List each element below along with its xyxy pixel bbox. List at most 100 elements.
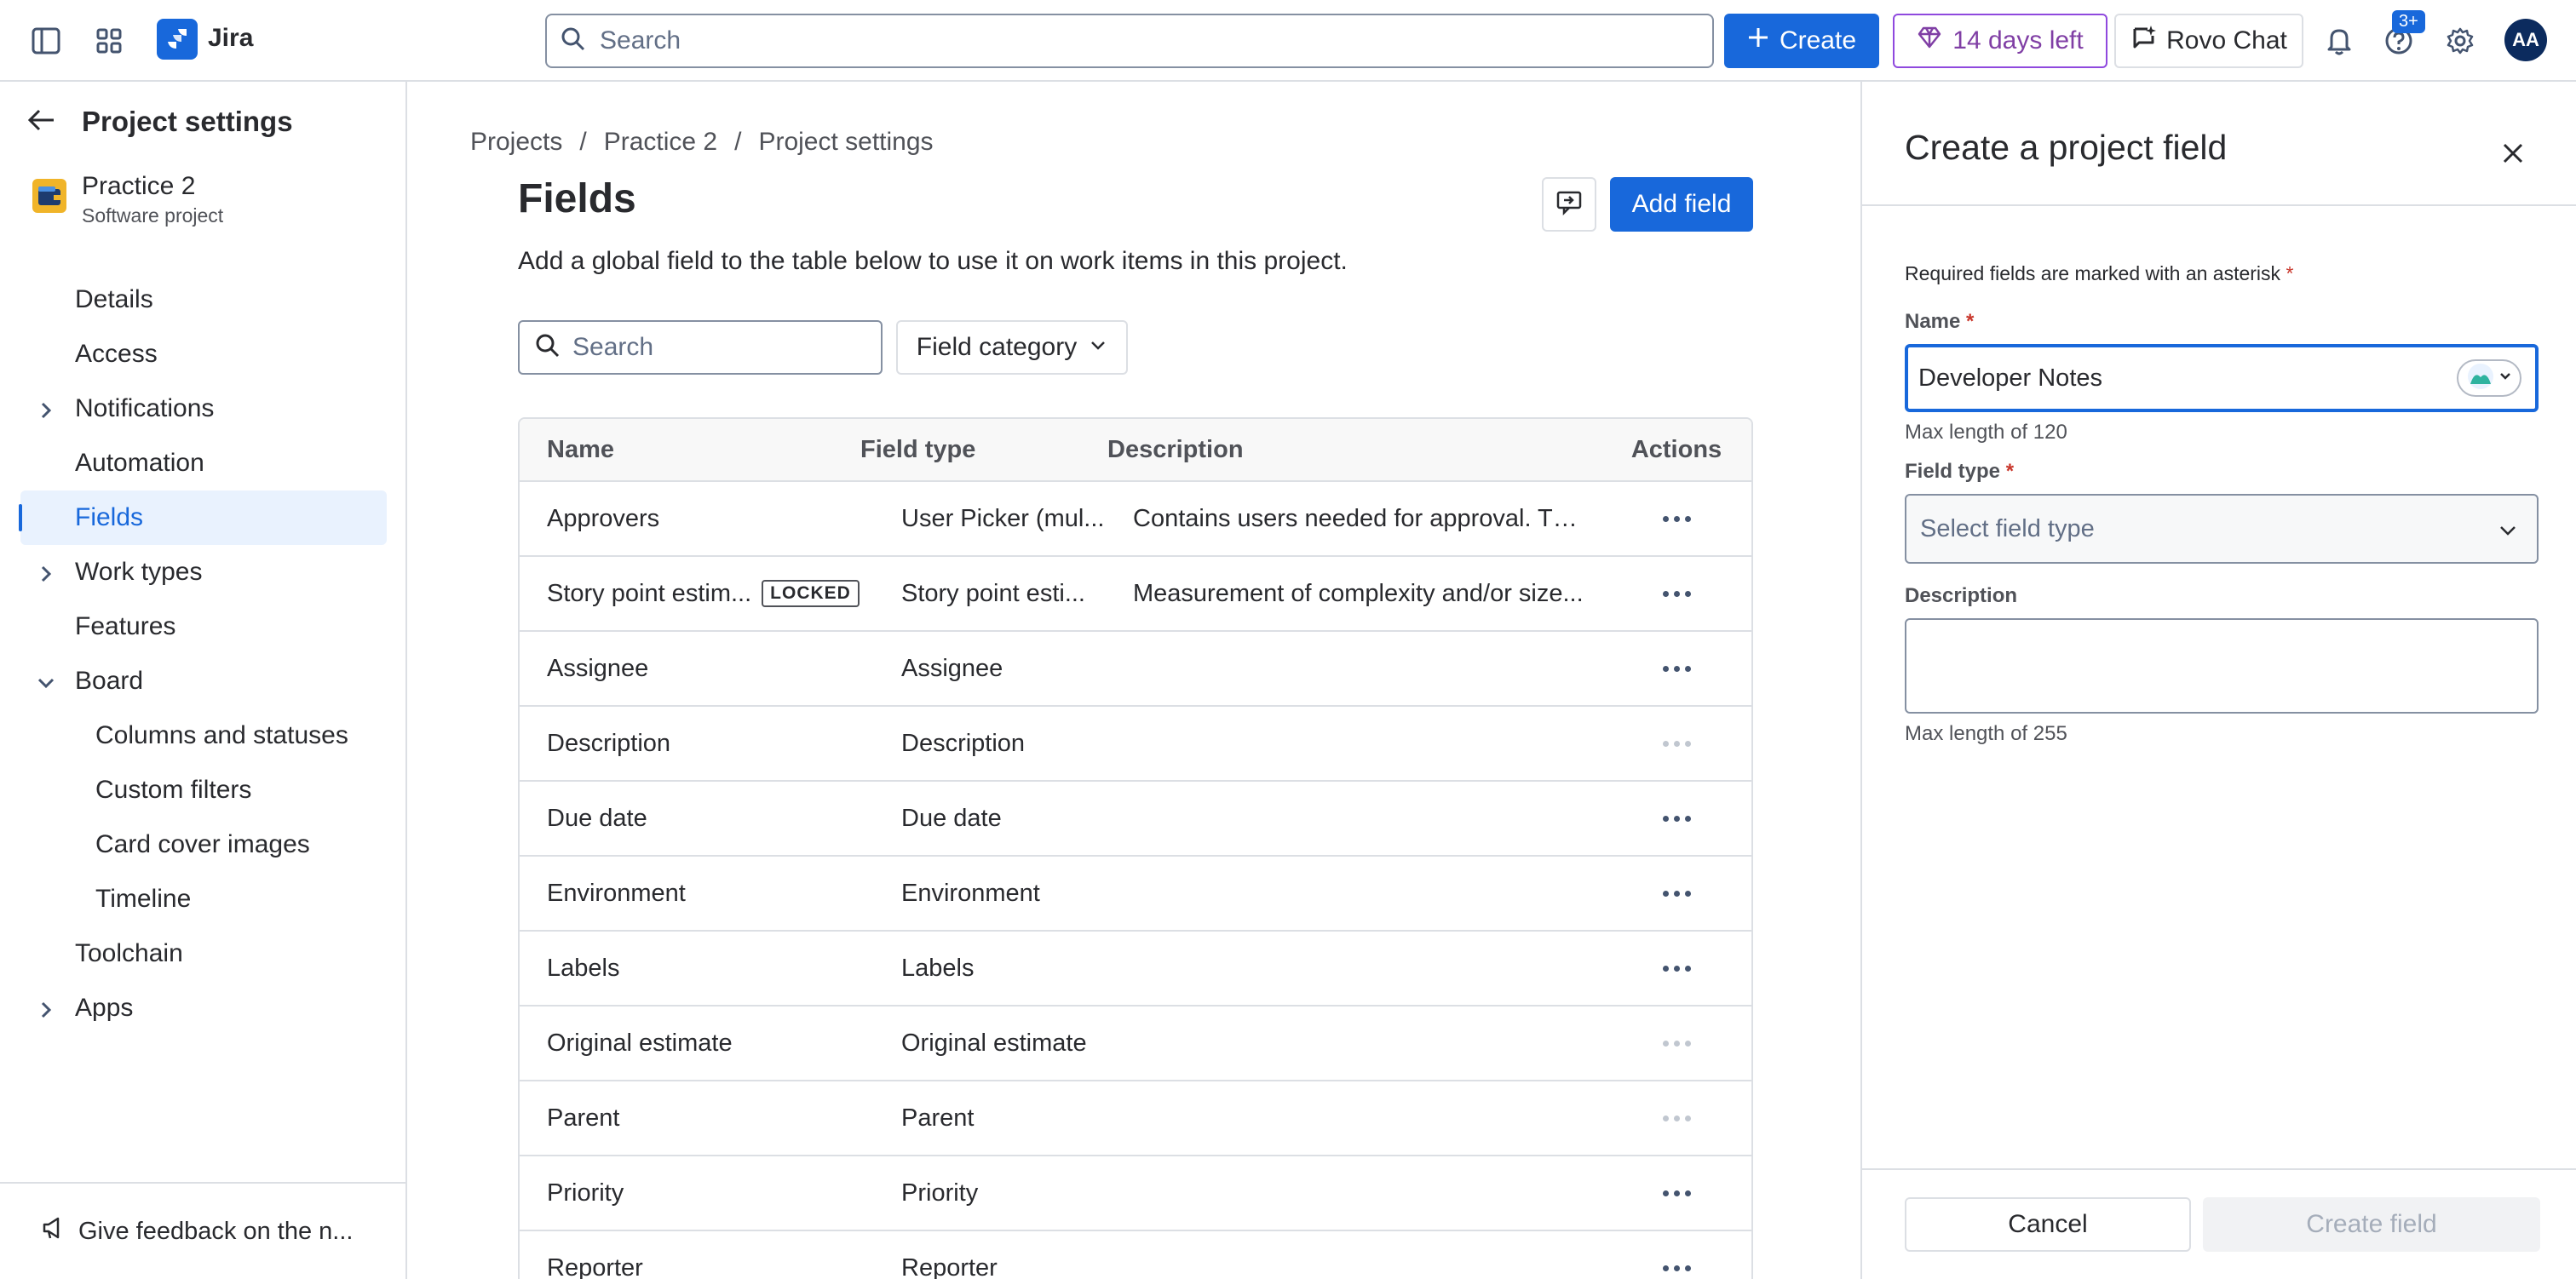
required-note-text: Required fields are marked with an aster… — [1905, 262, 2281, 284]
sidebar-item-timeline[interactable]: Timeline — [20, 872, 387, 926]
field-name-text: Labels — [547, 954, 620, 982]
field-type: Environment — [901, 879, 1040, 907]
field-type: Story point esti... — [901, 579, 1085, 607]
global-search-input[interactable] — [600, 26, 1622, 55]
field-name-text: Approvers — [547, 504, 660, 532]
field-name-text: Parent — [547, 1104, 620, 1132]
field-category-dropdown[interactable]: Field category — [896, 320, 1128, 375]
give-feedback-button[interactable]: Give feedback on the n... — [0, 1182, 405, 1279]
field-name: Environment — [520, 880, 860, 908]
sidebar-item-label: Automation — [75, 449, 204, 477]
feedback-button[interactable] — [1542, 177, 1596, 232]
breadcrumb-project[interactable]: Practice 2 — [604, 128, 717, 157]
column-header-name[interactable]: Name — [520, 436, 860, 464]
trial-button[interactable]: 14 days left — [1893, 14, 2107, 68]
more-actions-icon[interactable] — [1662, 590, 1691, 597]
app-switcher-icon[interactable] — [92, 24, 126, 58]
create-button[interactable]: Create — [1724, 14, 1879, 68]
app-name[interactable]: Jira — [208, 24, 253, 53]
sidebar-item-label: Custom filters — [95, 776, 252, 804]
back-arrow-icon[interactable] — [27, 107, 56, 137]
field-icon — [2466, 362, 2495, 395]
field-description: Contains users needed for approval. Th..… — [1133, 504, 1588, 532]
field-type-label: Field type * — [1905, 460, 2014, 484]
notifications-bell-icon[interactable] — [2320, 22, 2358, 60]
chevron-right-icon[interactable] — [36, 998, 56, 1018]
project-header[interactable]: Practice 2 Software project — [32, 172, 223, 227]
user-avatar[interactable]: AA — [2504, 19, 2547, 61]
project-type: Software project — [82, 204, 224, 227]
sidebar-toggle-icon[interactable] — [29, 24, 63, 58]
breadcrumb-separator: / — [579, 128, 587, 156]
table-row: Priority Priority — [520, 1156, 1751, 1231]
sidebar-item-apps[interactable]: Apps — [20, 981, 387, 1035]
field-type: Due date — [901, 804, 1002, 832]
more-actions-icon[interactable] — [1662, 1265, 1691, 1271]
name-field[interactable] — [1905, 344, 2539, 412]
settings-gear-icon[interactable] — [2441, 22, 2479, 60]
sidebar-item-label: Apps — [75, 994, 134, 1022]
sidebar-item-label: Card cover images — [95, 830, 310, 858]
field-type: Labels — [901, 954, 975, 982]
chevron-down-icon — [2498, 519, 2518, 548]
add-field-button[interactable]: Add field — [1610, 177, 1753, 232]
emoji-picker-button[interactable] — [2457, 359, 2521, 397]
name-hint: Max length of 120 — [1905, 421, 2067, 444]
sidebar-item-custom-filters[interactable]: Custom filters — [20, 763, 387, 817]
sidebar-item-fields[interactable]: Fields — [19, 490, 387, 545]
project-name: Practice 2 — [82, 172, 196, 200]
chevron-down-icon — [2498, 370, 2512, 387]
description-textarea[interactable] — [1905, 618, 2539, 714]
more-actions-icon[interactable] — [1662, 515, 1691, 522]
sidebar-item-label: Work types — [75, 558, 203, 586]
breadcrumb-project-settings[interactable]: Project settings — [758, 128, 933, 157]
more-actions-icon[interactable] — [1662, 965, 1691, 972]
column-header-description[interactable]: Description — [1107, 436, 1601, 464]
breadcrumb-projects[interactable]: Projects — [470, 128, 562, 157]
sidebar-item-automation[interactable]: Automation — [20, 436, 387, 490]
description-label: Description — [1905, 584, 2018, 607]
name-input[interactable] — [1918, 364, 2429, 393]
table-row: Story point estim... LOCKED Story point e… — [520, 557, 1751, 632]
feedback-icon — [1555, 190, 1583, 220]
more-actions-icon[interactable] — [1662, 815, 1691, 822]
column-header-field-type[interactable]: Field type — [860, 436, 1107, 464]
chevron-right-icon[interactable] — [36, 399, 56, 419]
more-actions-icon[interactable] — [1662, 665, 1691, 672]
global-search[interactable] — [545, 14, 1714, 68]
panel-divider — [1862, 204, 2576, 206]
sidebar-item-features[interactable]: Features — [20, 599, 387, 654]
field-name: Original estimate — [520, 1030, 860, 1058]
rovo-chat-button[interactable]: Rovo Chat — [2114, 14, 2303, 68]
back-row: Project settings — [27, 106, 293, 138]
create-field-button[interactable]: Create field — [2203, 1197, 2540, 1252]
more-actions-icon[interactable] — [1662, 1190, 1691, 1196]
page-description: Add a global field to the table below to… — [518, 247, 1348, 275]
sidebar-item-card-cover-images[interactable]: Card cover images — [20, 817, 387, 872]
field-name-text: Environment — [547, 879, 686, 907]
field-search[interactable] — [518, 320, 883, 375]
close-icon[interactable] — [2493, 133, 2533, 174]
field-search-input[interactable] — [572, 333, 862, 362]
chevron-right-icon[interactable] — [36, 562, 56, 582]
sidebar-item-details[interactable]: Details — [20, 272, 387, 327]
jira-logo-icon[interactable] — [157, 19, 198, 60]
sidebar-item-work-types[interactable]: Work types — [20, 545, 387, 599]
rovo-chat-label: Rovo Chat — [2166, 26, 2287, 54]
chevron-down-icon[interactable] — [36, 671, 56, 691]
more-actions-icon[interactable] — [1662, 890, 1691, 897]
field-name-text: Due date — [547, 804, 647, 832]
cancel-button[interactable]: Cancel — [1905, 1197, 2191, 1252]
sidebar-item-columns-and-statuses[interactable]: Columns and statuses — [20, 708, 387, 763]
sidebar-item-notifications[interactable]: Notifications — [20, 381, 387, 436]
field-name-text: Assignee — [547, 654, 649, 682]
sidebar-item-access[interactable]: Access — [20, 327, 387, 381]
sidebar-item-toolchain[interactable]: Toolchain — [20, 926, 387, 981]
field-type-select[interactable]: Select field type — [1905, 494, 2539, 564]
field-type-label-text: Field type — [1905, 460, 2001, 483]
field-name-text: Story point estim... — [547, 579, 752, 607]
field-name-text: Description — [547, 729, 671, 757]
required-note: Required fields are marked with an aster… — [1905, 262, 2293, 285]
field-type: Description — [901, 729, 1026, 757]
sidebar-item-board[interactable]: Board — [20, 654, 387, 708]
